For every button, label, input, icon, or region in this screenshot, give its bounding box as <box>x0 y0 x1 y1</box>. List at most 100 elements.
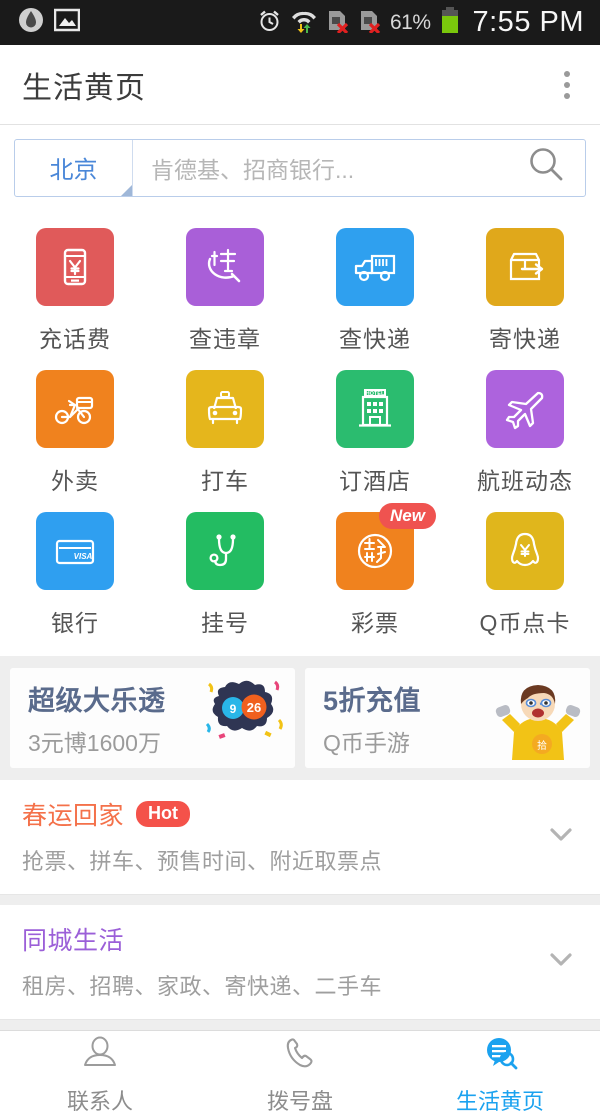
search-button[interactable] <box>509 140 585 196</box>
status-bar-right-icons: 61% 7:55 PM <box>257 6 590 39</box>
nav-item-dialpad[interactable]: 拨号盘 <box>200 1031 400 1117</box>
chevron-down-icon[interactable] <box>544 942 578 981</box>
list-item-subtitle: 抢票、拼车、预售时间、附近取票点 <box>22 849 383 874</box>
taxi-icon <box>186 370 264 448</box>
delivery-truck-icon <box>336 228 414 306</box>
grid-item-label: 彩票 <box>351 610 399 636</box>
search-bar: 北京 肯德基、招商银行... <box>14 138 586 197</box>
new-badge: New <box>379 503 436 529</box>
svg-text:拾: 拾 <box>537 739 547 752</box>
status-bar-left-icons <box>10 7 81 38</box>
app-screen: 61% 7:55 PM 生活黄页 北京 肯德基、招商银行... 充话费 查违章 … <box>0 0 600 1117</box>
grid-item-track-package[interactable]: 查快递 <box>300 218 450 360</box>
list-item-texts: 同城生活 租房、招聘、家政、寄快递、二手车 <box>22 921 382 1001</box>
airplane-icon <box>486 370 564 448</box>
credit-card-icon: VISA <box>36 512 114 590</box>
photo-icon <box>53 8 81 37</box>
grid-item-label: 查快递 <box>339 326 411 352</box>
search-section: 北京 肯德基、招商银行... <box>0 125 600 210</box>
grid-item-label: 寄快递 <box>489 326 561 352</box>
list-item-subtitle: 租房、招聘、家政、寄快递、二手车 <box>22 974 383 999</box>
promo-banner-qcoin[interactable]: 5折充值 Q币手游 拾 <box>305 668 590 768</box>
page-title: 生活黄页 <box>22 71 146 105</box>
yellowpages-icon <box>480 1033 520 1078</box>
droplet-icon <box>18 7 44 38</box>
promo-banner-texts: 5折充值 Q币手游 <box>323 679 421 758</box>
alarm-icon <box>257 8 282 38</box>
nav-item-contacts[interactable]: 联系人 <box>0 1031 200 1117</box>
list-item-title-line: 同城生活 <box>22 921 382 957</box>
grid-item-label: 打车 <box>201 468 249 494</box>
grid-item-label: 查违章 <box>189 326 261 352</box>
dialpad-phone-icon <box>280 1033 320 1078</box>
contacts-person-icon <box>80 1033 120 1078</box>
chevron-down-icon[interactable] <box>544 817 578 856</box>
scooter-icon <box>36 370 114 448</box>
list-item-texts: 春运回家 Hot 抢票、拼车、预售时间、附近取票点 <box>22 796 382 876</box>
grid-item-hospital-registration[interactable]: 挂号 <box>150 502 300 644</box>
battery-icon <box>439 6 461 39</box>
grid-item-label: Q币点卡 <box>479 610 571 636</box>
phone-yuan-icon <box>36 228 114 306</box>
grid-item-label: 航班动态 <box>477 468 573 494</box>
status-bar: 61% 7:55 PM <box>0 0 600 45</box>
promo-banner-subtitle: Q币手游 <box>323 729 410 756</box>
grid-item-recharge-phone[interactable]: 充话费 <box>0 218 150 360</box>
lottery-ball-number-right: 26 <box>247 700 261 715</box>
grid-item-bank[interactable]: VISA 银行 <box>0 502 150 644</box>
grid-item-food-delivery[interactable]: 外卖 <box>0 360 150 502</box>
city-label: 北京 <box>49 157 98 184</box>
lottery-ball-number-left: 9 <box>230 702 237 716</box>
grid-item-flight-status[interactable]: 航班动态 <box>450 360 600 502</box>
grid-item-label: 外卖 <box>51 468 99 494</box>
promo-banner-title: 5折充值 <box>323 685 422 716</box>
category-list: 春运回家 Hot 抢票、拼车、预售时间、附近取票点 同城生活 租房、招聘、家政、… <box>0 780 600 1030</box>
sim2-no-service-icon <box>358 8 382 38</box>
lottery-icon: New <box>336 503 436 590</box>
grid-item-label: 充话费 <box>39 326 111 352</box>
violation-search-icon <box>186 228 264 306</box>
clock-label: 7:55 PM <box>472 6 584 38</box>
nav-item-label: 拨号盘 <box>266 1088 333 1114</box>
grid-item-send-package[interactable]: 寄快递 <box>450 218 600 360</box>
wifi-icon <box>290 8 318 38</box>
service-grid: 充话费 查违章 查快递 寄快递 外卖 打车 HOTEL 订酒店 航班动态 VIS… <box>0 210 600 656</box>
sim1-no-service-icon <box>326 8 350 38</box>
list-item-title: 同城生活 <box>22 927 125 955</box>
search-input[interactable]: 肯德基、招商银行... <box>133 140 509 196</box>
svg-text:VISA: VISA <box>74 552 93 561</box>
battery-percent-label: 61% <box>389 10 431 34</box>
overflow-dot <box>564 70 570 77</box>
grid-item-taxi[interactable]: 打车 <box>150 360 300 502</box>
list-item-title: 春运回家 <box>22 802 125 830</box>
overflow-dot <box>564 81 570 88</box>
bottom-navigation: 联系人 拨号盘 生活黄页 <box>0 1030 600 1117</box>
promo-banner-subtitle: 3元博1600万 <box>28 729 161 756</box>
nav-item-label: 生活黄页 <box>455 1088 544 1114</box>
promo-banner-texts: 超级大乐透 3元博1600万 <box>28 679 166 758</box>
promo-banner-lottery[interactable]: 超级大乐透 3元博1600万 9 26 <box>10 668 295 768</box>
grid-item-lottery[interactable]: New 彩票 <box>300 502 450 644</box>
grid-item-book-hotel[interactable]: HOTEL 订酒店 <box>300 360 450 502</box>
app-title-bar: 生活黄页 <box>0 45 600 125</box>
list-item[interactable]: 春运回家 Hot 抢票、拼车、预售时间、附近取票点 <box>0 780 600 895</box>
overflow-menu-button[interactable] <box>556 63 578 107</box>
hot-badge: Hot <box>136 801 191 827</box>
city-selector[interactable]: 北京 <box>15 139 133 196</box>
send-parcel-icon <box>486 228 564 306</box>
grid-item-qcoin-card[interactable]: Q币点卡 <box>450 502 600 644</box>
grid-item-label: 订酒店 <box>339 468 411 494</box>
nav-item-label: 联系人 <box>66 1088 133 1114</box>
list-item[interactable]: 同城生活 租房、招聘、家政、寄快递、二手车 <box>0 905 600 1020</box>
grid-item-label: 银行 <box>51 610 99 636</box>
lottery-balls-art: 9 26 <box>197 674 289 762</box>
gamer-boy-art: 拾 <box>492 674 584 762</box>
promo-banner-row: 超级大乐透 3元博1600万 9 26 5折充值 Q币手游 拾 <box>0 656 600 780</box>
promo-banner-title: 超级大乐透 <box>28 685 166 716</box>
stethoscope-icon <box>186 512 264 590</box>
grid-item-label: 挂号 <box>201 610 249 636</box>
hotel-icon: HOTEL <box>336 370 414 448</box>
search-icon <box>526 144 568 191</box>
grid-item-traffic-violation[interactable]: 查违章 <box>150 218 300 360</box>
nav-item-yellowpages[interactable]: 生活黄页 <box>400 1031 600 1117</box>
